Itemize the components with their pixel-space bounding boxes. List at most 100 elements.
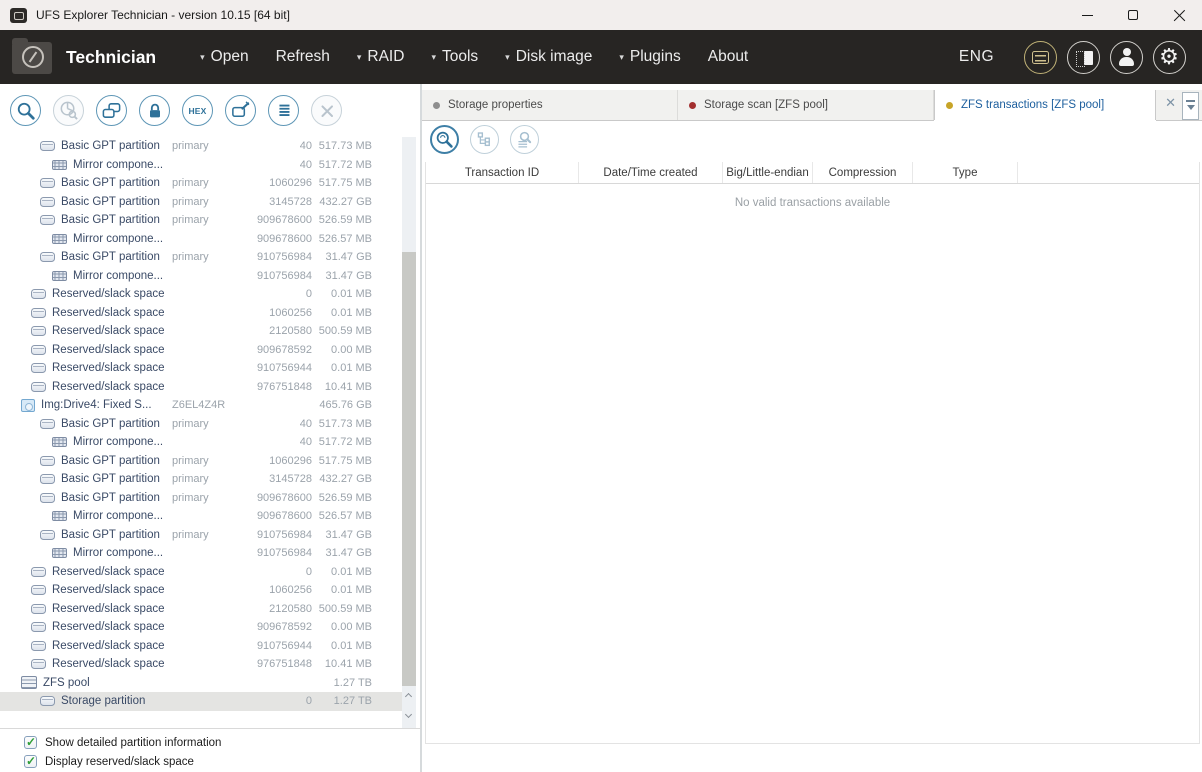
tree-row[interactable]: Mirror compone... 40 517.72 MB [0,433,402,452]
tree-row[interactable]: Basic GPT partition primary 909678600 52… [0,211,402,230]
tree-row[interactable]: Reserved/slack space 2120580 500.59 MB [0,600,402,619]
partition-offset: 976751848 [257,381,312,393]
tree-row[interactable]: Mirror compone... 910756984 31.47 GB [0,544,402,563]
transactions-table: Transaction ID Date/Time created Big/Lit… [425,162,1200,744]
scrollbar-thumb[interactable] [402,252,416,686]
tree-row[interactable]: Mirror compone... 910756984 31.47 GB [0,267,402,286]
menu-item-label: Disk image [516,48,593,66]
footer-divider [0,728,421,729]
tab-status-dot [433,102,440,109]
tree-row[interactable]: Basic GPT partition primary 1060296 517.… [0,174,402,193]
tree-row[interactable]: Reserved/slack space 976751848 10.41 MB [0,655,402,674]
tree-row[interactable]: ZFS pool 1.27 TB [0,674,402,693]
minimize-button[interactable] [1064,0,1110,30]
menu-item[interactable]: RAID [357,48,405,66]
close-storage-icon [317,101,337,121]
menu-item[interactable]: Plugins [619,48,680,66]
tree-row[interactable]: Mirror compone... 909678600 526.57 MB [0,507,402,526]
tree-row[interactable]: Basic GPT partition primary 1060296 517.… [0,452,402,471]
close-button[interactable] [1156,0,1202,30]
tree-view-button[interactable] [470,125,499,154]
dropdown-arrow-icon [619,53,624,62]
menu-item[interactable]: Refresh [276,48,330,66]
option-row: Show detailed partition information [24,734,421,751]
partition-offset: 909678600 [257,492,312,504]
tree-row[interactable]: Reserved/slack space 909678592 0.00 MB [0,618,402,637]
close-tab-button[interactable] [1165,96,1176,109]
tree-row[interactable]: Basic GPT partition primary 3145728 432.… [0,470,402,489]
brand-name: Technician [66,47,156,68]
hex-viewer-button[interactable]: HEX [182,95,213,126]
tree-scrollbar[interactable] [402,137,416,728]
menu-item[interactable]: Tools [431,48,478,66]
column-header[interactable]: Big/Little-endian [723,162,813,183]
tab[interactable]: ZFS transactions [ZFS pool] [934,90,1156,120]
logo-emblem-icon [22,46,44,68]
partition-name: Mirror compone... [73,510,163,522]
tree-row[interactable]: Basic GPT partition primary 909678600 52… [0,489,402,508]
search-content-button[interactable] [510,125,539,154]
partition-size: 0.01 MB [331,307,372,319]
column-header[interactable]: Compression [813,162,913,183]
tree-row[interactable]: Reserved/slack space 1060256 0.01 MB [0,581,402,600]
tree-row[interactable]: Reserved/slack space 0 0.01 MB [0,285,402,304]
tab-list-button[interactable] [1182,92,1199,120]
tree-row[interactable]: Basic GPT partition primary 910756984 31… [0,248,402,267]
language-selector[interactable]: ENG [959,48,994,66]
scan-search-button[interactable] [10,95,41,126]
properties-list-button[interactable] [268,95,299,126]
tree-row[interactable]: Reserved/slack space 1060256 0.01 MB [0,304,402,323]
tree-row[interactable]: Basic GPT partition primary 910756984 31… [0,526,402,545]
menu-item[interactable]: About [708,48,749,66]
tree-row[interactable]: Basic GPT partition primary 3145728 432.… [0,193,402,212]
tree-row[interactable]: Reserved/slack space 0 0.01 MB [0,563,402,582]
partition-offset: 976751848 [257,658,312,670]
menu-item[interactable]: Open [200,48,248,66]
settings-button[interactable] [1153,41,1186,74]
column-header[interactable]: Type [913,162,1018,183]
tree-row[interactable]: Storage partition 0 1.27 TB [0,692,402,711]
tree-row[interactable]: Img:Drive4: Fixed S... Z6EL4Z4R 465.76 G… [0,396,402,415]
tree-row[interactable]: Reserved/slack space 976751848 10.41 MB [0,378,402,397]
partition-offset: 0 [306,288,312,300]
checkbox[interactable] [24,755,37,768]
maximize-button[interactable] [1110,0,1156,30]
lock-icon [145,101,165,121]
column-header[interactable]: Transaction ID [426,162,579,183]
surface-scan-button[interactable] [53,95,84,126]
partition-offset: 1060296 [269,177,312,189]
tree-row[interactable]: Reserved/slack space 910756944 0.01 MB [0,359,402,378]
tab[interactable]: Storage properties [422,90,678,120]
partition-name: Basic GPT partition [61,418,160,430]
tree-row[interactable]: Reserved/slack space 909678592 0.00 MB [0,341,402,360]
scroll-down-button[interactable] [402,707,416,728]
partition-size: 526.59 MB [319,214,372,226]
menu-item-label: Tools [442,48,478,66]
messages-button[interactable] [1024,41,1057,74]
close-storage-button[interactable] [311,95,342,126]
partition-type: primary [172,529,209,541]
start-scan-button[interactable] [430,125,459,154]
lock-button[interactable] [139,95,170,126]
partition-size: 432.27 GB [319,196,372,208]
edit-disk-image-button[interactable] [225,95,256,126]
tree-row[interactable]: Mirror compone... 40 517.72 MB [0,156,402,175]
partition-size: 31.47 GB [326,251,372,263]
column-header[interactable]: Date/Time created [579,162,723,183]
checkbox[interactable] [24,736,37,749]
account-button[interactable] [1110,41,1143,74]
scan-search-icon [16,101,36,121]
tree-row[interactable]: Reserved/slack space 2120580 500.59 MB [0,322,402,341]
save-disk-image-button[interactable] [96,95,127,126]
layout-button[interactable] [1067,41,1100,74]
tree-row[interactable]: Mirror compone... 909678600 526.57 MB [0,230,402,249]
tree-row[interactable]: Basic GPT partition primary 40 517.73 MB [0,137,402,156]
tab-label: Storage scan [ZFS pool] [704,99,828,111]
tree-row[interactable]: Reserved/slack space 910756944 0.01 MB [0,637,402,656]
mirror-component-icon [52,437,67,447]
pool-icon [21,676,37,689]
tab[interactable]: Storage scan [ZFS pool] [678,90,934,120]
menu-item[interactable]: Disk image [505,48,592,66]
tree-row[interactable]: Basic GPT partition primary 40 517.73 MB [0,415,402,434]
scroll-up-button[interactable] [402,686,416,707]
